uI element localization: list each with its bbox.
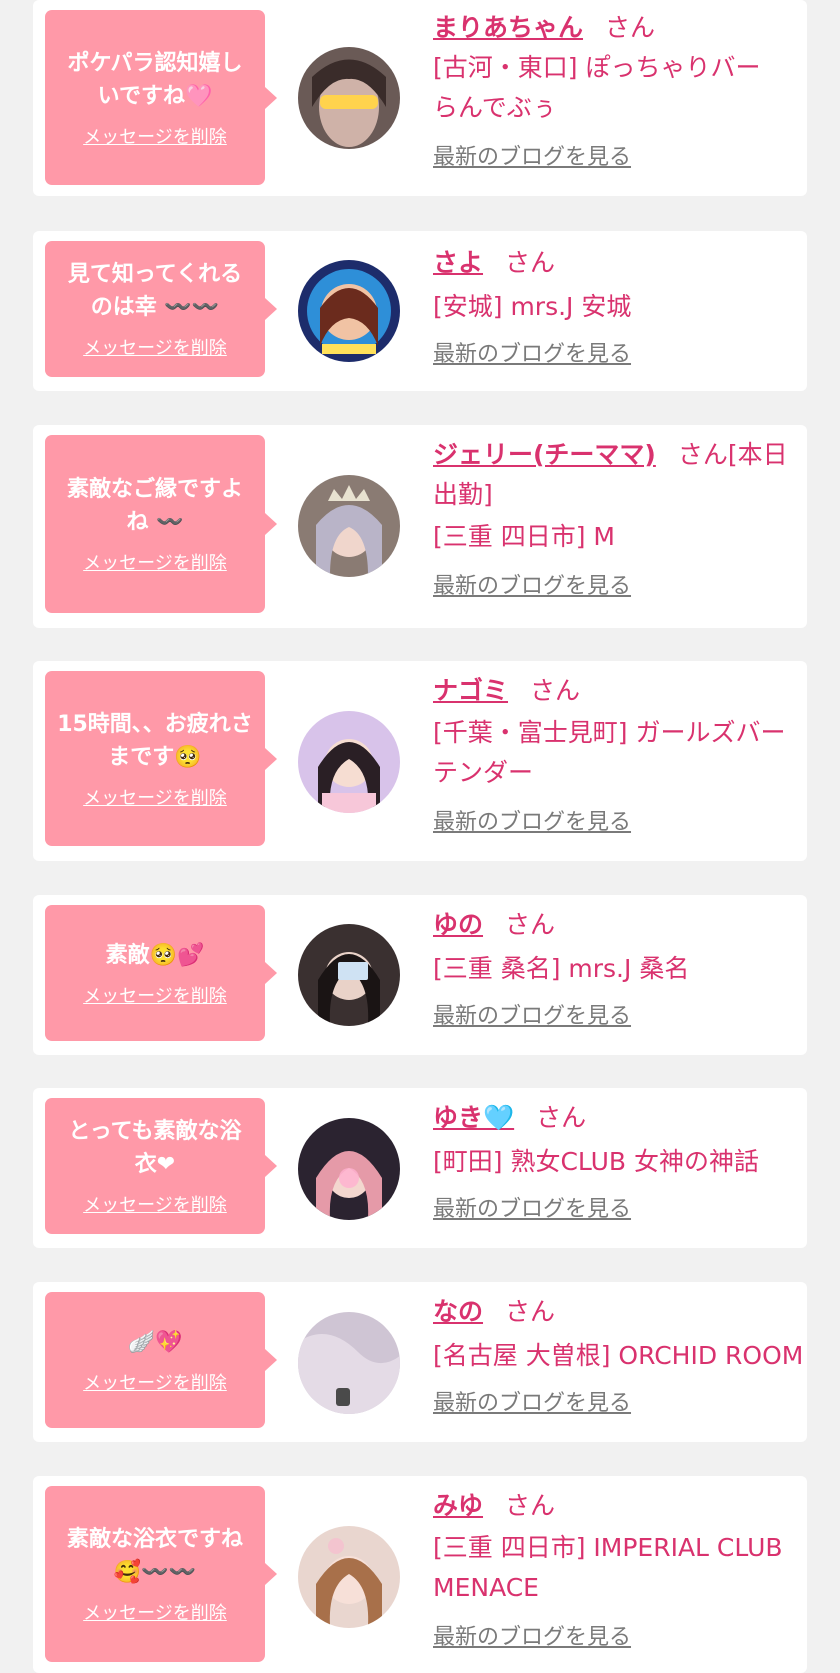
delete-message-link[interactable]: メッセージを削除 xyxy=(83,1191,227,1217)
girl-name-link[interactable]: ゆの xyxy=(433,910,483,939)
latest-blog-link[interactable]: 最新のブログを見る xyxy=(433,1194,793,1226)
delete-message-link[interactable]: メッセージを削除 xyxy=(83,784,227,810)
girl-name-link[interactable]: ゆき🩵 xyxy=(433,1103,514,1132)
shop-info: [三重 四日市] IMPERIAL CLUB MENACE xyxy=(433,1533,783,1602)
message-bubble: とっても素敵な浴衣❤ メッセージを削除 xyxy=(45,1098,277,1234)
message-text: 15時間、、お疲れさまです🥺 xyxy=(57,711,253,770)
delete-message-link[interactable]: メッセージを削除 xyxy=(83,549,227,575)
avatar[interactable] xyxy=(298,1526,400,1628)
avatar[interactable] xyxy=(298,47,400,149)
girl-info: みゆ さん [三重 四日市] IMPERIAL CLUB MENACE 最新のブロ… xyxy=(433,1486,793,1654)
message-card: 15時間、、お疲れさまです🥺 メッセージを削除 ナゴミ さん [千葉・富士見町] … xyxy=(33,661,807,861)
girl-info: ゆの さん [三重 桑名] mrs.J 桑名 最新のブログを見る xyxy=(433,905,793,1033)
delete-message-link[interactable]: メッセージを削除 xyxy=(83,1369,227,1395)
girl-info: まりあちゃん さん [古河・東口] ぽっちゃりバー らんでぶぅ 最新のブログを見る xyxy=(433,8,793,174)
name-suffix: さん xyxy=(605,13,656,42)
message-text: ポケパラ認知嬉しいですね🩷 xyxy=(67,50,243,109)
girl-name-link[interactable]: ジェリー(チーママ) xyxy=(433,440,656,469)
message-card: とっても素敵な浴衣❤ メッセージを削除 ゆき🩵 さん [町田] 熟女CLUB 女神… xyxy=(33,1088,807,1248)
message-card: 🪽💖 メッセージを削除 なの さん [名古屋 大曽根] ORCHID ROOM 最… xyxy=(33,1282,807,1442)
avatar[interactable] xyxy=(298,1312,400,1414)
message-card: ポケパラ認知嬉しいですね🩷 メッセージを削除 まりあちゃん さん [古河・東口] … xyxy=(33,0,807,196)
latest-blog-link[interactable]: 最新のブログを見る xyxy=(433,807,793,839)
girl-name-link[interactable]: なの xyxy=(433,1297,483,1326)
girl-info: さよ さん [安城] mrs.J 安城 最新のブログを見る xyxy=(433,243,793,371)
girl-info: なの さん [名古屋 大曽根] ORCHID ROOM 最新のブログを見る xyxy=(433,1292,803,1420)
name-suffix: さん xyxy=(530,676,581,705)
message-card: 見て知ってくれるのは幸 〰️〰️ メッセージを削除 さよ さん [安城] mrs.… xyxy=(33,231,807,391)
message-bubble: 素敵なご縁ですよね 〰️ メッセージを削除 xyxy=(45,435,277,613)
message-bubble: 見て知ってくれるのは幸 〰️〰️ メッセージを削除 xyxy=(45,241,277,377)
message-bubble: 素敵🥺💕 メッセージを削除 xyxy=(45,905,277,1041)
avatar[interactable] xyxy=(298,1118,400,1220)
shop-info: [三重 桑名] mrs.J 桑名 xyxy=(433,954,690,983)
avatar[interactable] xyxy=(298,260,400,362)
girl-name-link[interactable]: ナゴミ xyxy=(433,676,508,705)
shop-info: [三重 四日市] M xyxy=(433,522,615,551)
message-card: 素敵🥺💕 メッセージを削除 ゆの さん [三重 桑名] mrs.J 桑名 最新のブ… xyxy=(33,895,807,1055)
message-text: 素敵🥺💕 xyxy=(105,942,205,968)
name-suffix: さん xyxy=(505,248,556,277)
girl-name-link[interactable]: さよ xyxy=(433,248,483,277)
delete-message-link[interactable]: メッセージを削除 xyxy=(83,982,227,1008)
girl-name-link[interactable]: みゆ xyxy=(433,1491,483,1520)
message-text: 素敵なご縁ですよね 〰️ xyxy=(66,477,243,535)
shop-info: [千葉・富士見町] ガールズバーテンダー xyxy=(433,718,786,787)
message-card: 素敵なご縁ですよね 〰️ メッセージを削除 ジェリー(チーママ) さん[本日出勤]… xyxy=(33,425,807,628)
delete-message-link[interactable]: メッセージを削除 xyxy=(83,1599,227,1625)
name-suffix: さん xyxy=(505,1297,556,1326)
avatar[interactable] xyxy=(298,711,400,813)
message-text: 🪽💖 xyxy=(127,1329,183,1355)
girl-name-link[interactable]: まりあちゃん xyxy=(433,13,583,42)
name-suffix: さん xyxy=(505,910,556,939)
shop-info: [名古屋 大曽根] ORCHID ROOM xyxy=(433,1341,804,1370)
latest-blog-link[interactable]: 最新のブログを見る xyxy=(433,142,793,174)
message-bubble: 🪽💖 メッセージを削除 xyxy=(45,1292,277,1428)
latest-blog-link[interactable]: 最新のブログを見る xyxy=(433,571,793,603)
avatar[interactable] xyxy=(298,475,400,577)
latest-blog-link[interactable]: 最新のブログを見る xyxy=(433,339,793,371)
latest-blog-link[interactable]: 最新のブログを見る xyxy=(433,1622,793,1654)
message-bubble: ポケパラ認知嬉しいですね🩷 メッセージを削除 xyxy=(45,10,277,185)
girl-info: ナゴミ さん [千葉・富士見町] ガールズバーテンダー 最新のブログを見る xyxy=(433,671,793,839)
avatar[interactable] xyxy=(298,924,400,1026)
message-text: 見て知ってくれるのは幸 〰️〰️ xyxy=(67,262,243,320)
message-text: 素敵な浴衣ですね🥰〰️〰️ xyxy=(66,1527,243,1585)
message-card: 素敵な浴衣ですね🥰〰️〰️ メッセージを削除 みゆ さん [三重 四日市] IMP… xyxy=(33,1476,807,1673)
message-bubble: 素敵な浴衣ですね🥰〰️〰️ メッセージを削除 xyxy=(45,1486,277,1662)
name-suffix: さん xyxy=(505,1491,556,1520)
message-bubble: 15時間、、お疲れさまです🥺 メッセージを削除 xyxy=(45,671,277,846)
latest-blog-link[interactable]: 最新のブログを見る xyxy=(433,1001,793,1033)
delete-message-link[interactable]: メッセージを削除 xyxy=(83,334,227,360)
shop-info: [町田] 熟女CLUB 女神の神話 xyxy=(433,1147,759,1176)
name-suffix: さん xyxy=(536,1103,587,1132)
shop-info: [古河・東口] ぽっちゃりバー らんでぶぅ xyxy=(433,53,761,122)
delete-message-link[interactable]: メッセージを削除 xyxy=(83,123,227,149)
girl-info: ゆき🩵 さん [町田] 熟女CLUB 女神の神話 最新のブログを見る xyxy=(433,1098,793,1226)
latest-blog-link[interactable]: 最新のブログを見る xyxy=(433,1388,793,1420)
message-text: とっても素敵な浴衣❤ xyxy=(68,1119,242,1177)
shop-info: [安城] mrs.J 安城 xyxy=(433,292,632,321)
girl-info: ジェリー(チーママ) さん[本日出勤] [三重 四日市] M 最新のブログを見る xyxy=(433,435,793,603)
